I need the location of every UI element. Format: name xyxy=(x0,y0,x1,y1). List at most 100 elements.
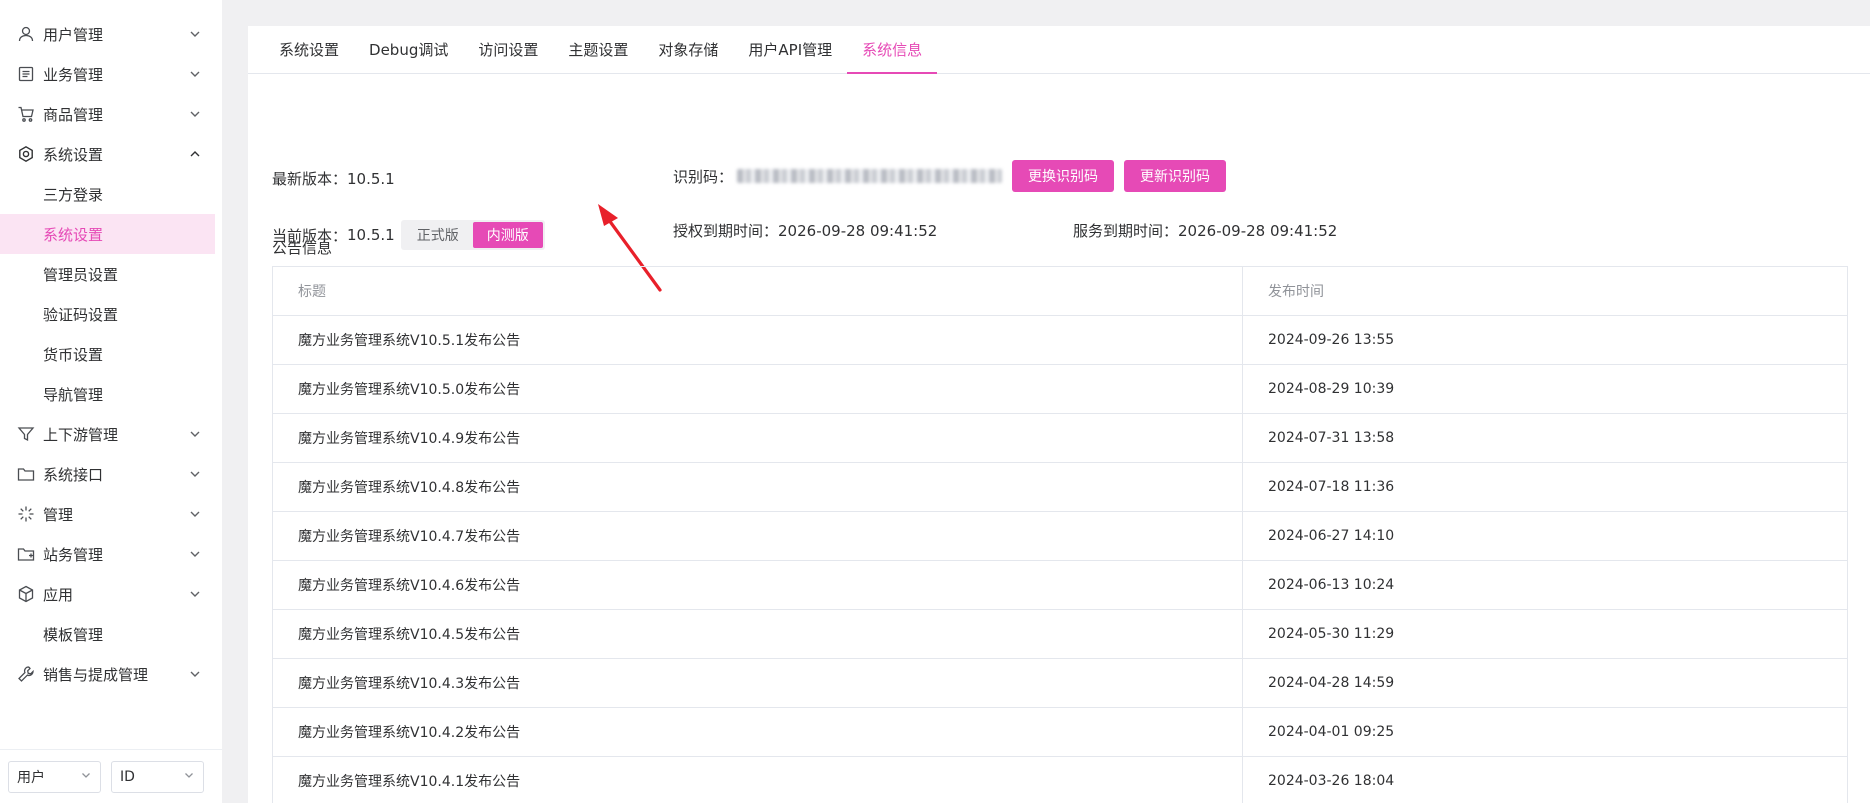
chevron-down-icon xyxy=(188,27,202,41)
notice-title-cell[interactable]: 魔方业务管理系统V10.4.5发布公告 xyxy=(273,610,1243,658)
sidebar-item-label: 用户管理 xyxy=(43,25,104,44)
tab-system-settings[interactable]: 系统设置 xyxy=(264,25,354,73)
sidebar-subitem-template-management[interactable]: 模板管理 xyxy=(0,614,215,654)
table-row[interactable]: 魔方业务管理系统V10.4.1发布公告 2024-03-26 18:04 xyxy=(273,757,1847,803)
latest-version-value: 10.5.1 xyxy=(347,170,395,188)
chevron-down-icon xyxy=(188,547,202,561)
sidebar-item-label: 商品管理 xyxy=(43,105,104,124)
table-row[interactable]: 魔方业务管理系统V10.4.3发布公告 2024-04-28 14:59 xyxy=(273,659,1847,708)
notice-title-cell[interactable]: 魔方业务管理系统V10.5.1发布公告 xyxy=(273,316,1243,364)
sidebar-item-management[interactable]: 管理 xyxy=(0,494,222,534)
sidebar-item-upstream-downstream[interactable]: 上下游管理 xyxy=(0,414,222,454)
sidebar-menu: 用户管理 业务管理 商品管理 系统设置 三方登录 系统设置 管理员设置 验证码设… xyxy=(0,0,222,694)
change-code-button[interactable]: 更换识别码 xyxy=(1012,160,1115,192)
release-channel-toggle: 正式版 内测版 xyxy=(400,220,545,250)
sidebar-item-product-management[interactable]: 商品管理 xyxy=(0,94,222,134)
main-panel: 系统设置 Debug调试 访问设置 主题设置 对象存储 用户API管理 系统信息… xyxy=(248,26,1870,803)
table-header: 标题 发布时间 xyxy=(273,267,1847,316)
notice-title-cell[interactable]: 魔方业务管理系统V10.4.1发布公告 xyxy=(273,757,1243,803)
identification-code-redacted xyxy=(737,169,1003,183)
notice-title-cell[interactable]: 魔方业务管理系统V10.5.0发布公告 xyxy=(273,365,1243,413)
table-row[interactable]: 魔方业务管理系统V10.4.6发布公告 2024-06-13 10:24 xyxy=(273,561,1847,610)
notice-title-cell[interactable]: 魔方业务管理系统V10.4.2发布公告 xyxy=(273,708,1243,756)
sidebar: 用户管理 业务管理 商品管理 系统设置 三方登录 系统设置 管理员设置 验证码设… xyxy=(0,0,222,803)
sidebar-item-site-management[interactable]: 站务管理 xyxy=(0,534,222,574)
notice-title-cell[interactable]: 魔方业务管理系统V10.4.8发布公告 xyxy=(273,463,1243,511)
latest-version-label: 最新版本： xyxy=(272,170,348,188)
sidebar-subitem-admin-settings[interactable]: 管理员设置 xyxy=(0,254,215,294)
notice-time-cell: 2024-06-27 14:10 xyxy=(1268,528,1395,544)
notice-section-title: 公告信息 xyxy=(272,239,333,257)
sidebar-subitem-system-settings[interactable]: 系统设置 xyxy=(0,214,215,254)
sidebar-search-bar: 用户 ID xyxy=(0,749,222,803)
beta-release-option[interactable]: 内测版 xyxy=(472,222,543,248)
identification-code-label: 识别码： xyxy=(673,167,734,186)
license-expiry-label: 授权到期时间： xyxy=(673,222,779,240)
select-value: 用户 xyxy=(17,769,45,786)
gear-icon xyxy=(17,145,35,163)
table-row[interactable]: 魔方业务管理系统V10.4.9发布公告 2024-07-31 13:58 xyxy=(273,414,1847,463)
sidebar-item-label: 销售与提成管理 xyxy=(43,665,149,684)
tab-user-api[interactable]: 用户API管理 xyxy=(733,25,847,73)
sidebar-item-label: 站务管理 xyxy=(43,545,104,564)
sidebar-subitem-third-party-login[interactable]: 三方登录 xyxy=(0,174,215,214)
table-row[interactable]: 魔方业务管理系统V10.4.8发布公告 2024-07-18 11:36 xyxy=(273,463,1847,512)
wrench-icon xyxy=(17,665,35,683)
column-header-time: 发布时间 xyxy=(1268,284,1324,300)
notice-time-cell: 2024-05-30 11:29 xyxy=(1268,626,1395,642)
service-expiry-label: 服务到期时间： xyxy=(1073,222,1179,240)
document-icon xyxy=(17,65,35,83)
chevron-down-icon xyxy=(188,587,202,601)
cube-icon xyxy=(17,585,35,603)
sidebar-item-user-management[interactable]: 用户管理 xyxy=(0,14,222,54)
sidebar-item-applications[interactable]: 应用 xyxy=(0,574,222,614)
search-field-select[interactable]: ID xyxy=(111,760,204,793)
sidebar-item-system-settings[interactable]: 系统设置 xyxy=(0,134,222,174)
chevron-down-icon xyxy=(188,507,202,521)
stable-release-option[interactable]: 正式版 xyxy=(403,222,473,248)
latest-version: 最新版本：10.5.1 xyxy=(272,168,395,189)
chevron-down-icon xyxy=(188,467,202,481)
sidebar-item-business-management[interactable]: 业务管理 xyxy=(0,54,222,94)
tab-access-settings[interactable]: 访问设置 xyxy=(463,25,553,73)
service-expiry-value: 2026-09-28 09:41:52 xyxy=(1178,222,1338,240)
sidebar-item-label: 上下游管理 xyxy=(43,425,119,444)
chevron-down-icon xyxy=(80,769,92,785)
notice-time-cell: 2024-03-26 18:04 xyxy=(1268,773,1395,789)
tab-debug[interactable]: Debug调试 xyxy=(354,25,463,73)
table-row[interactable]: 魔方业务管理系统V10.4.2发布公告 2024-04-01 09:25 xyxy=(273,708,1847,757)
current-version-value: 10.5.1 xyxy=(347,226,395,244)
notice-title-cell[interactable]: 魔方业务管理系统V10.4.3发布公告 xyxy=(273,659,1243,707)
app-root: 用户管理 业务管理 商品管理 系统设置 三方登录 系统设置 管理员设置 验证码设… xyxy=(0,0,1870,803)
chevron-down-icon xyxy=(188,667,202,681)
chevron-up-icon xyxy=(188,147,202,161)
search-type-select[interactable]: 用户 xyxy=(8,760,101,793)
table-row[interactable]: 魔方业务管理系统V10.5.1发布公告 2024-09-26 13:55 xyxy=(273,316,1847,365)
tab-theme-settings[interactable]: 主题设置 xyxy=(553,25,643,73)
sidebar-item-system-interface[interactable]: 系统接口 xyxy=(0,454,222,494)
filter-icon xyxy=(17,425,35,443)
tab-system-info[interactable]: 系统信息 xyxy=(847,25,938,74)
update-code-button[interactable]: 更新识别码 xyxy=(1124,160,1227,192)
notice-time-cell: 2024-07-18 11:36 xyxy=(1268,479,1395,495)
sidebar-item-sales-commission[interactable]: 销售与提成管理 xyxy=(0,654,222,694)
chevron-down-icon xyxy=(183,769,195,785)
tab-object-storage[interactable]: 对象存储 xyxy=(643,25,733,73)
sidebar-subitem-currency-settings[interactable]: 货币设置 xyxy=(0,334,215,374)
table-row[interactable]: 魔方业务管理系统V10.4.7发布公告 2024-06-27 14:10 xyxy=(273,512,1847,561)
sidebar-item-label: 系统设置 xyxy=(43,145,104,164)
column-header-title: 标题 xyxy=(273,267,1243,315)
notice-title-cell[interactable]: 魔方业务管理系统V10.4.7发布公告 xyxy=(273,512,1243,560)
sidebar-subitem-captcha-settings[interactable]: 验证码设置 xyxy=(0,294,215,334)
notice-time-cell: 2024-07-31 13:58 xyxy=(1268,430,1395,446)
table-row[interactable]: 魔方业务管理系统V10.5.0发布公告 2024-08-29 10:39 xyxy=(273,365,1847,414)
folder-icon xyxy=(17,465,35,483)
service-expiry: 服务到期时间：2026-09-28 09:41:52 xyxy=(1073,220,1337,241)
sidebar-subitem-navigation-management[interactable]: 导航管理 xyxy=(0,374,215,414)
notice-title-cell[interactable]: 魔方业务管理系统V10.4.6发布公告 xyxy=(273,561,1243,609)
notice-time-cell: 2024-04-28 14:59 xyxy=(1268,675,1395,691)
table-row[interactable]: 魔方业务管理系统V10.4.5发布公告 2024-05-30 11:29 xyxy=(273,610,1847,659)
user-icon xyxy=(17,25,35,43)
notice-title-cell[interactable]: 魔方业务管理系统V10.4.9发布公告 xyxy=(273,414,1243,462)
notice-time-cell: 2024-04-01 09:25 xyxy=(1268,724,1395,740)
